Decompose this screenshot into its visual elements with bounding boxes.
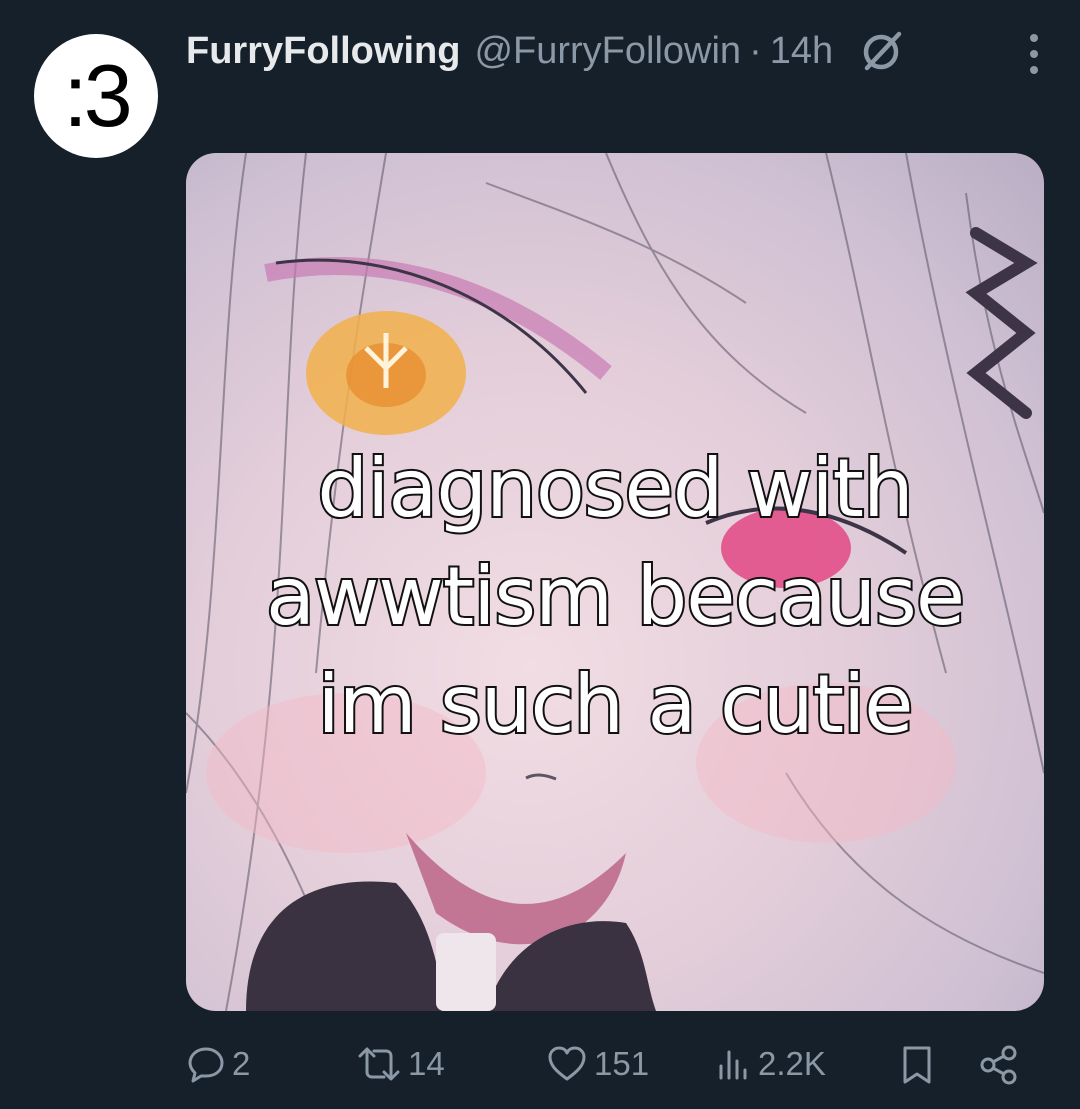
caption-line: diagnosed with bbox=[315, 440, 915, 537]
display-name[interactable]: FurryFollowing bbox=[186, 30, 460, 73]
retweet-button[interactable]: 14 bbox=[356, 1044, 445, 1084]
bookmark-icon bbox=[898, 1044, 936, 1086]
grok-icon[interactable] bbox=[859, 28, 905, 74]
views-button[interactable]: 2.2K bbox=[716, 1044, 826, 1084]
tweet-media-image[interactable]: diagnosed with awwtism because im such a… bbox=[186, 153, 1044, 1011]
timestamp[interactable]: 14h bbox=[770, 30, 833, 73]
like-icon bbox=[546, 1044, 588, 1084]
tweet-header: FurryFollowing @FurryFollowin · 14h bbox=[186, 28, 1040, 74]
like-count: 151 bbox=[594, 1045, 650, 1082]
like-button[interactable]: 151 bbox=[546, 1044, 649, 1084]
reply-button[interactable]: 2 bbox=[186, 1044, 250, 1084]
avatar[interactable]: :3 bbox=[34, 34, 158, 158]
more-icon[interactable] bbox=[1030, 34, 1038, 74]
views-count: 2.2K bbox=[758, 1045, 826, 1082]
views-icon bbox=[716, 1044, 752, 1084]
caption-line: awwtism because bbox=[264, 548, 967, 645]
user-handle[interactable]: @FurryFollowin bbox=[474, 30, 741, 73]
meme-caption: diagnosed with awwtism because im such a… bbox=[186, 435, 1044, 759]
retweet-count: 14 bbox=[408, 1045, 445, 1082]
tweet-actions: 2 14 151 2.2K bbox=[186, 1038, 1026, 1094]
share-icon bbox=[978, 1044, 1020, 1086]
retweet-icon bbox=[356, 1044, 402, 1084]
reply-icon bbox=[186, 1044, 226, 1084]
share-button[interactable] bbox=[978, 1044, 1020, 1086]
bookmark-button[interactable] bbox=[898, 1044, 936, 1086]
caption-line: im such a cutie bbox=[315, 656, 915, 753]
separator-dot: · bbox=[749, 29, 762, 72]
reply-count: 2 bbox=[232, 1045, 251, 1082]
